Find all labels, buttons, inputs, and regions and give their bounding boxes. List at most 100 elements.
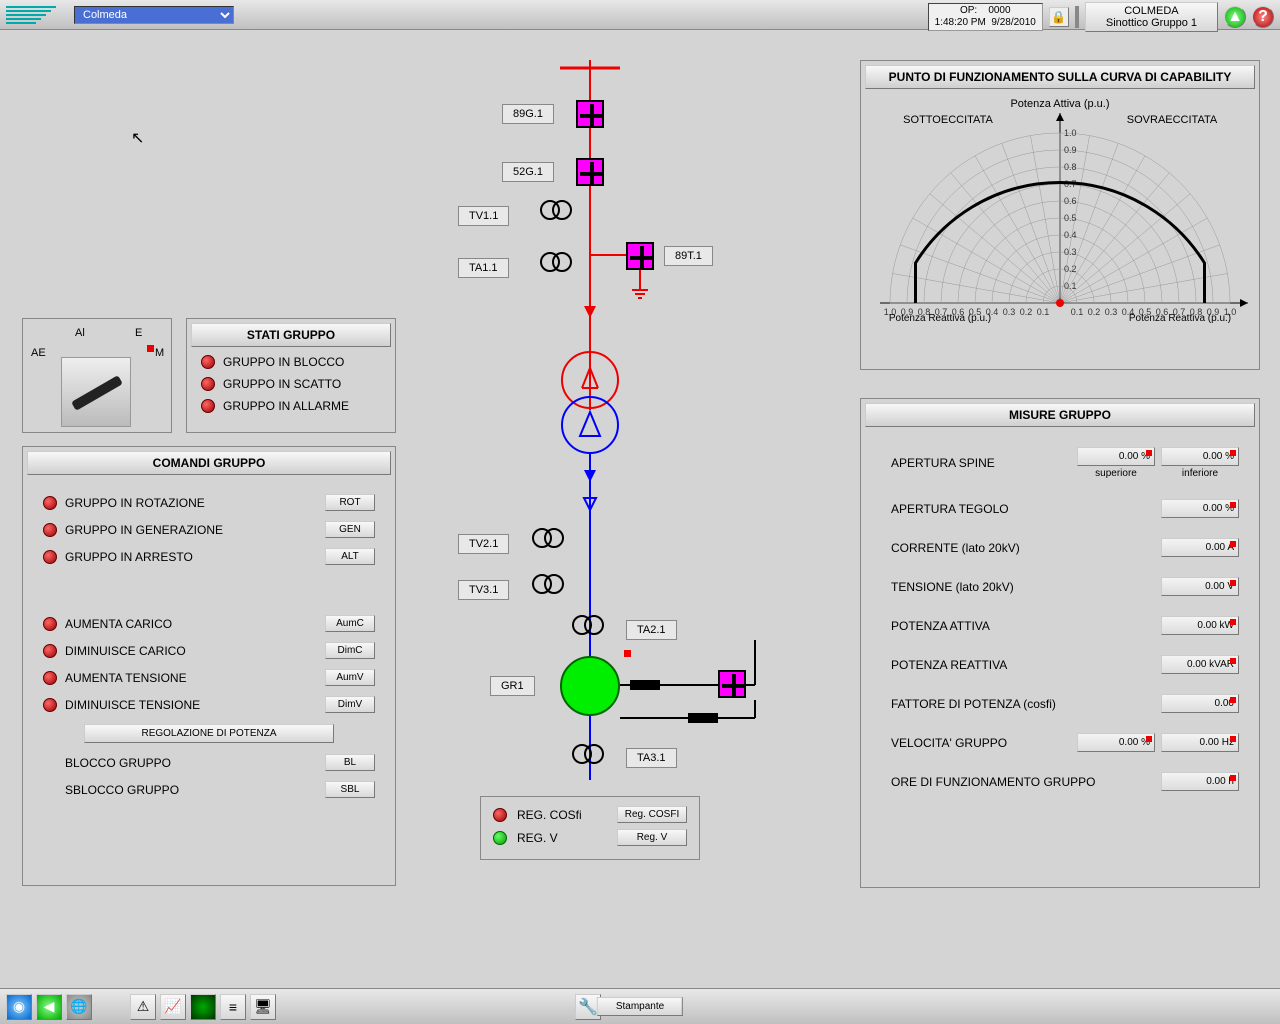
stato-scatto: GRUPPO IN SCATTO [187, 373, 395, 395]
svg-text:0.1: 0.1 [1064, 281, 1077, 291]
misure-panel: MISURE GRUPPO APERTURA SPINE 0.00 %super… [860, 398, 1260, 888]
ta11-icon [540, 252, 572, 277]
cmd-sblocco: SBLOCCO GRUPPOSBL [23, 776, 395, 803]
svg-text:SOTTOECCITATA: SOTTOECCITATA [903, 114, 993, 126]
val-potenza-reattiva: 0.00 kVAR [1161, 655, 1239, 674]
measure-ore: ORE DI FUNZIONAMENTO GRUPPO0.00 h [861, 762, 1259, 801]
breaker-field[interactable] [718, 670, 746, 698]
tv11-icon [540, 200, 572, 225]
measure-velocita: VELOCITA' GRUPPO 0.00 % 0.00 Hz [861, 723, 1259, 762]
capability-title: PUNTO DI FUNZIONAMENTO SULLA CURVA DI CA… [865, 65, 1255, 89]
gen-button[interactable]: GEN [325, 521, 375, 538]
stati-title: STATI GRUPPO [191, 323, 391, 347]
alt-button[interactable]: ALT [325, 548, 375, 565]
svg-text:0.5: 0.5 [1064, 213, 1077, 223]
comandi-gruppo-panel: COMANDI GRUPPO GRUPPO IN ROTAZIONEROT GR… [22, 446, 396, 886]
nav-up-button[interactable]: ▲ [1224, 6, 1246, 28]
trend-icon[interactable]: 📈 [160, 994, 186, 1020]
svg-text:0.2: 0.2 [1088, 307, 1101, 317]
back-icon[interactable]: ◀ [36, 994, 62, 1020]
document-icon[interactable]: ≡ [220, 994, 246, 1020]
help-button[interactable]: ? [1252, 6, 1274, 28]
breaker-89g1[interactable] [576, 100, 604, 128]
dimv-button[interactable]: DimV [325, 696, 375, 713]
svg-text:0.8: 0.8 [1064, 162, 1077, 172]
capability-panel: PUNTO DI FUNZIONAMENTO SULLA CURVA DI CA… [860, 60, 1260, 370]
selector-label-e: E [135, 327, 142, 339]
measure-tensione: TENSIONE (lato 20kV)0.00 V [861, 567, 1259, 606]
measure-cosfi: FATTORE DI POTENZA (cosfi)0.00 [861, 684, 1259, 723]
svg-text:0.9: 0.9 [1064, 145, 1077, 155]
mode-selector-knob[interactable] [61, 357, 131, 427]
printer-button[interactable]: Stampante [597, 997, 683, 1016]
radar-icon[interactable] [190, 994, 216, 1020]
stato-allarme: GRUPPO IN ALLARME [187, 395, 395, 417]
svg-text:1.0: 1.0 [1064, 128, 1077, 138]
site-dropdown[interactable]: Colmeda [74, 6, 234, 24]
reg-cosfi-label: REG. COSfi [517, 808, 582, 822]
single-line-diagram: 89G.1 52G.1 TV1.1 TA1.1 89T.1 TV2.1 TV3.… [410, 60, 810, 880]
val-potenza-attiva: 0.00 kW [1161, 616, 1239, 635]
measure-apertura-spine: APERTURA SPINE 0.00 %superiore 0.00 %inf… [861, 437, 1259, 489]
svg-text:0.1: 0.1 [1071, 307, 1084, 317]
ta21-icon [572, 615, 604, 640]
led-icon [43, 644, 57, 658]
label-89g1: 89G.1 [502, 104, 554, 124]
lock-icon[interactable]: 🔒 [1049, 7, 1069, 27]
measure-potenza-attiva: POTENZA ATTIVA0.00 kW [861, 606, 1259, 645]
dimc-button[interactable]: DimC [325, 642, 375, 659]
label-tv11: TV1.1 [458, 206, 509, 226]
cmd-blocco: BLOCCO GRUPPOBL [23, 749, 395, 776]
label-ta21: TA2.1 [626, 620, 677, 640]
bl-button[interactable]: BL [325, 754, 375, 771]
home-icon[interactable]: ◉ [6, 994, 32, 1020]
mode-selector-panel: Al E AE M [22, 318, 172, 433]
regulator-panel: REG. COSfi Reg. COSFI REG. V Reg. V [480, 796, 700, 860]
led-icon [43, 617, 57, 631]
label-ta31: TA3.1 [626, 748, 677, 768]
aumv-button[interactable]: AumV [325, 669, 375, 686]
globe-icon[interactable]: 🌐 [66, 994, 92, 1020]
aumc-button[interactable]: AumC [325, 615, 375, 632]
selector-label-m: M [155, 347, 164, 359]
val-corrente: 0.00 A [1161, 538, 1239, 557]
tv31-icon [532, 574, 564, 599]
led-icon [201, 399, 215, 413]
led-icon [493, 831, 507, 845]
bottombar: ◉ ◀ 🌐 ⚠ 📈 ≡ 🖥 🔧 Stampante [0, 988, 1280, 1024]
cursor-icon: ↖ [131, 128, 144, 148]
svg-text:Potenza Reattiva (p.u.): Potenza Reattiva (p.u.) [889, 313, 991, 324]
led-icon [43, 523, 57, 537]
topbar: Colmeda OP: 0000 1:48:20 PM 9/28/2010 🔒 … [0, 0, 1280, 30]
cmd-aumenta-carico: AUMENTA CARICOAumC [23, 610, 395, 637]
val-velocita-pct: 0.00 % [1077, 733, 1155, 752]
reg-v-button[interactable]: Reg. V [617, 829, 687, 846]
generator-gr1[interactable] [560, 656, 620, 716]
warning-icon[interactable]: ⚠ [130, 994, 156, 1020]
svg-text:Potenza Reattiva (p.u.): Potenza Reattiva (p.u.) [1129, 313, 1231, 324]
tv21-icon [532, 528, 564, 553]
reg-v-label: REG. V [517, 831, 558, 845]
monitor-icon[interactable]: 🖥 [250, 994, 276, 1020]
label-ta11: TA1.1 [458, 258, 509, 278]
rot-button[interactable]: ROT [325, 494, 375, 511]
label-tv21: TV2.1 [458, 534, 509, 554]
comandi-title: COMANDI GRUPPO [27, 451, 391, 475]
reg-cosfi-button[interactable]: Reg. COSFI [617, 806, 687, 823]
cmd-rotazione: GRUPPO IN ROTAZIONEROT [23, 489, 395, 516]
label-tv31: TV3.1 [458, 580, 509, 600]
breaker-89t1[interactable] [626, 242, 654, 270]
sbl-button[interactable]: SBL [325, 781, 375, 798]
val-spine-sup: 0.00 % [1077, 447, 1155, 466]
svg-text:SOVRAECCITATA: SOVRAECCITATA [1127, 114, 1218, 126]
svg-text:0.4: 0.4 [1064, 230, 1077, 240]
svg-text:0.3: 0.3 [1105, 307, 1118, 317]
val-velocita-hz: 0.00 Hz [1161, 733, 1239, 752]
regolazione-potenza-button[interactable]: REGOLAZIONE DI POTENZA [84, 724, 334, 743]
led-icon [201, 377, 215, 391]
led-icon [201, 355, 215, 369]
breaker-52g1[interactable] [576, 158, 604, 186]
led-icon [43, 550, 57, 564]
svg-text:0.2: 0.2 [1020, 307, 1033, 317]
svg-text:0.1: 0.1 [1037, 307, 1050, 317]
